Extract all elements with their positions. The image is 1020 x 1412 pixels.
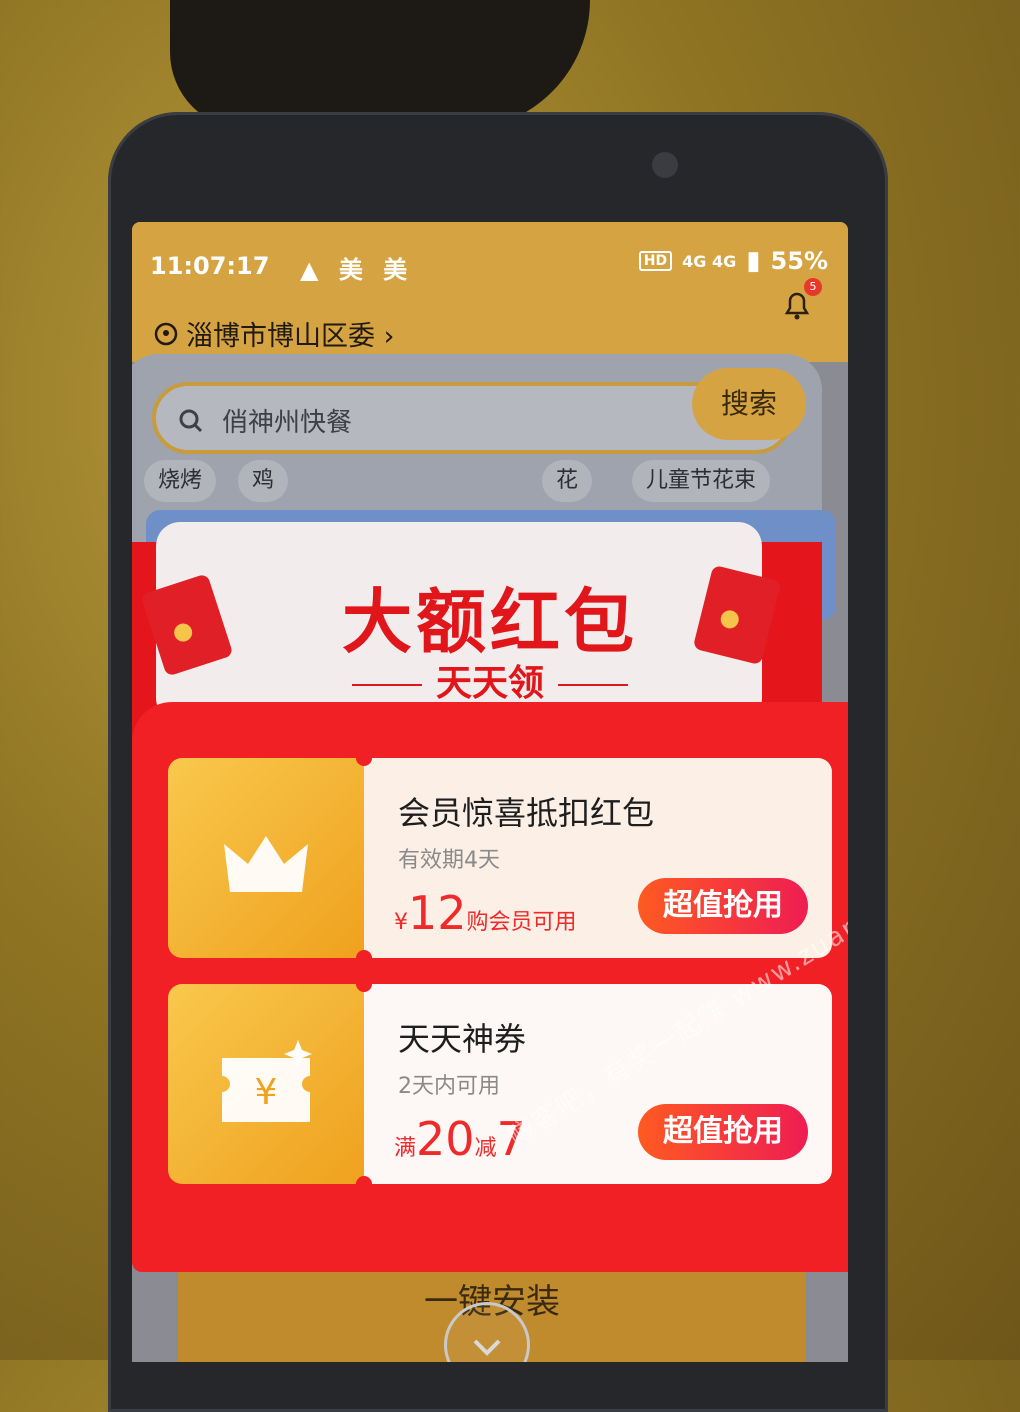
claim-button[interactable]: 超值抢用 [638, 1104, 808, 1160]
coupon-prefix: 满 [394, 1136, 417, 1161]
signal-icon: 4G 4G [682, 251, 737, 271]
coupon-member[interactable]: 会员惊喜抵扣红包 有效期4天 ¥12购会员可用 超值抢用 [168, 750, 832, 966]
search-button[interactable]: 搜索 [692, 368, 806, 440]
coupon-validity: 有效期4天 [398, 848, 500, 873]
chip-children-bouquet[interactable]: 儿童节花束 [632, 460, 771, 502]
coupon-amount: 12 [408, 886, 467, 940]
app-header: 11:07:17 ▲ 美 美 HD 4G 4G ▮ 55% 淄博市博山区委 › … [132, 222, 848, 362]
coupon-details: 会员惊喜抵扣红包 有效期4天 ¥12购会员可用 超值抢用 [364, 758, 832, 958]
coupon-title: 会员惊喜抵扣红包 [398, 794, 655, 832]
chevron-down-icon [473, 1339, 501, 1356]
popup-title: 大额红包 [342, 581, 638, 663]
location-label: 淄博市博山区委 › [186, 321, 395, 352]
divider-right [558, 684, 628, 686]
search-icon [179, 409, 203, 433]
divider-left [351, 684, 422, 686]
popup-subtitle-row: 天天领 [132, 654, 848, 706]
chip-bbq[interactable]: 烧烤 [144, 460, 217, 502]
battery-icon: ▮ [746, 246, 761, 276]
notification-bell[interactable]: 5 [780, 278, 822, 322]
coupon-notch [356, 750, 372, 766]
ticket-yuan-icon: ¥ [222, 1040, 312, 1122]
hd-icon: HD [638, 251, 673, 271]
location-selector[interactable]: 淄博市博山区委 › [154, 314, 394, 353]
coupon-threshold: 20 [416, 1112, 475, 1166]
coupon-notch [356, 1176, 372, 1192]
battery-level: 55% [770, 247, 828, 275]
dark-fabric [170, 0, 590, 130]
front-camera [652, 152, 678, 178]
coupon-notch [356, 976, 372, 992]
coupon-icon-area: ¥ [168, 984, 364, 1184]
currency-symbol: ¥ [394, 910, 408, 935]
coupon-notch [356, 950, 372, 966]
status-right-group: HD 4G 4G ▮ 55% [638, 246, 828, 276]
status-app-icons: ▲ 美 美 [300, 256, 414, 284]
crown-icon [224, 836, 308, 892]
notification-badge: 5 [804, 278, 822, 296]
status-time: 11:07:17 [150, 252, 270, 280]
svg-text:¥: ¥ [255, 1072, 278, 1113]
collapse-arrow-button[interactable] [444, 1302, 530, 1362]
claim-button[interactable]: 超值抢用 [638, 878, 808, 934]
coupon-mid: 减 [474, 1136, 497, 1161]
chip-flower[interactable]: 花 [542, 460, 593, 502]
coupon-condition: 购会员可用 [466, 910, 577, 935]
red-packet-popup: 大额红包 天天领 会员惊喜抵扣红包 有效期4天 ¥12购会员可用 超值抢用 ¥ … [132, 502, 848, 1272]
coupon-icon-area [168, 758, 364, 958]
status-bar: 11:07:17 ▲ 美 美 HD 4G 4G ▮ 55% [150, 246, 828, 286]
coupon-validity: 2天内可用 [398, 1074, 500, 1099]
popup-subtitle: 天天领 [435, 663, 544, 704]
phone-screen: 11:07:17 ▲ 美 美 HD 4G 4G ▮ 55% 淄博市博山区委 › … [132, 222, 848, 1362]
coupon-price: ¥12购会员可用 [394, 886, 577, 940]
location-pin-icon [154, 322, 178, 345]
search-placeholder: 俏神州快餐 [222, 408, 353, 438]
chip-chicken[interactable]: 鸡 [238, 460, 289, 502]
coupon-title: 天天神券 [398, 1020, 527, 1058]
